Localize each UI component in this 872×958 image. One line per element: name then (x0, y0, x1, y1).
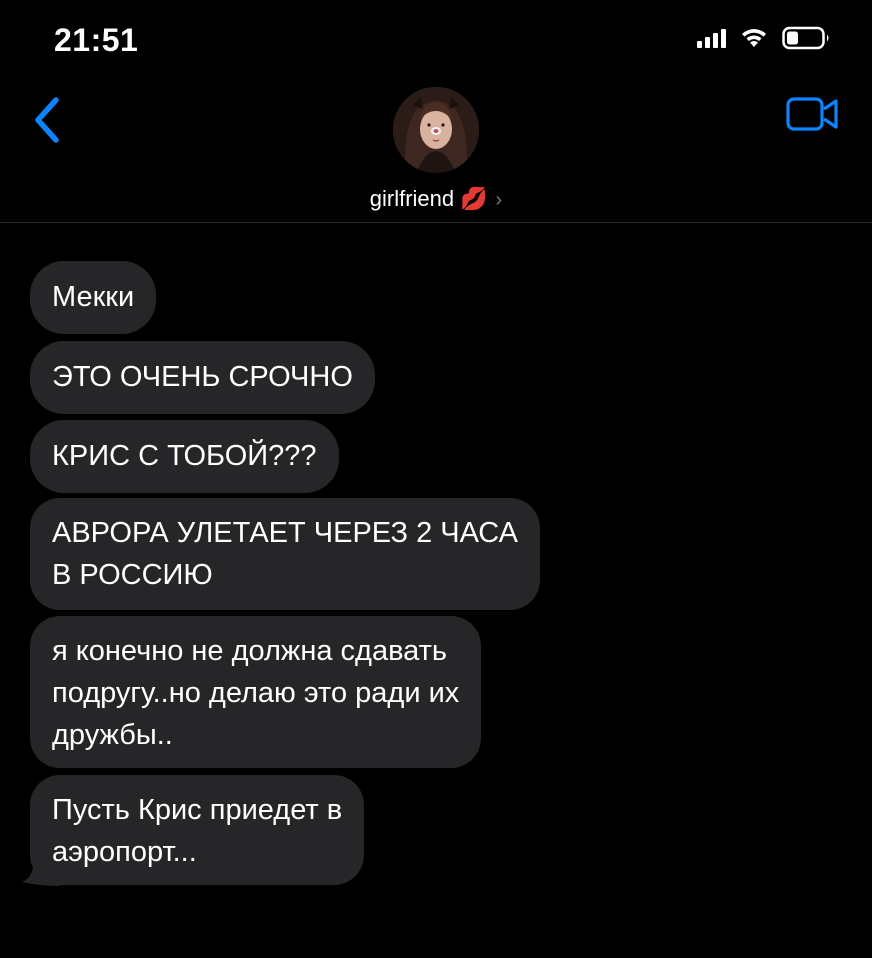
message-bubble[interactable]: АВРОРА УЛЕТАЕТ ЧЕРЕЗ 2 ЧАСА В РОССИЮ (30, 498, 540, 610)
kiss-icon: 💋 (460, 186, 488, 211)
video-call-button[interactable] (786, 96, 840, 132)
battery-icon (782, 26, 829, 50)
contact-name-button[interactable]: girlfriend 💋 › (0, 186, 872, 212)
message-bubble[interactable]: Пусть Крис приедет в аэропорт... (30, 775, 365, 885)
video-camera-icon (786, 97, 838, 131)
chevron-right-icon: › (495, 189, 503, 211)
status-icons (697, 26, 832, 50)
message-bubble[interactable]: я конечно не должна сдавать подругу..но … (30, 616, 482, 768)
wifi-icon (742, 29, 766, 47)
message-bubble[interactable]: КРИС С ТОБОЙ??? (30, 420, 339, 493)
avatar[interactable] (393, 87, 479, 173)
avatar-photo (393, 87, 479, 173)
message-bubble[interactable]: ЭТО ОЧЕНЬ СРОЧНО (30, 341, 375, 414)
back-button[interactable] (26, 94, 70, 146)
header-divider (0, 222, 872, 223)
signal-icon (697, 28, 726, 48)
status-time: 21:51 (54, 22, 139, 58)
chevron-left-icon (35, 97, 59, 143)
contact-name: girlfriend (369, 186, 455, 211)
message-bubble[interactable]: Мекки (30, 261, 157, 334)
